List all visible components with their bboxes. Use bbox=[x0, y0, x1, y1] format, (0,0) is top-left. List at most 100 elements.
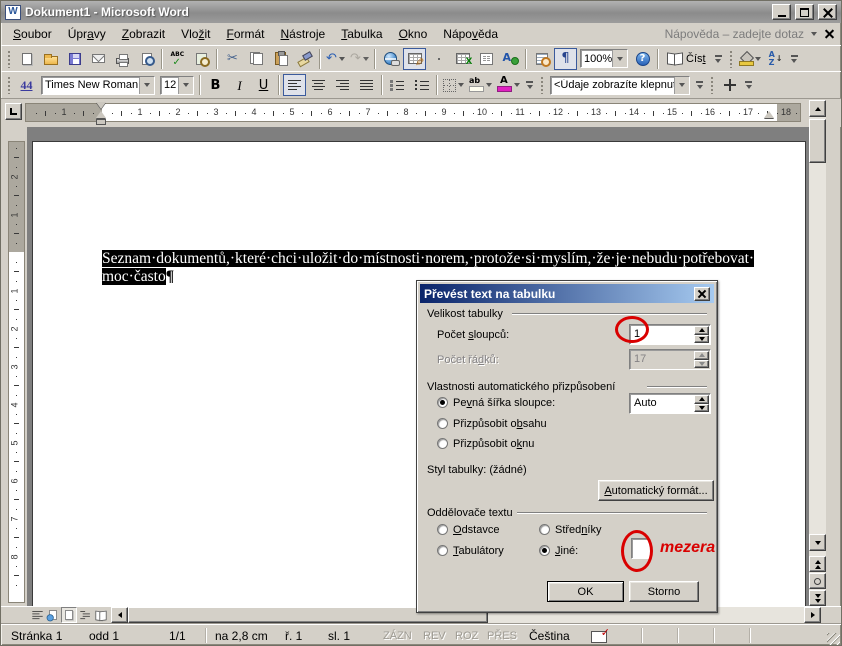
radio-fixed-column-width[interactable]: Pevná šířka sloupce: bbox=[437, 397, 555, 413]
zoom-combo[interactable]: 100% bbox=[580, 49, 628, 68]
previous-page-button[interactable] bbox=[809, 556, 826, 572]
scroll-down-button[interactable] bbox=[809, 534, 826, 551]
dropdown-arrow-icon[interactable] bbox=[178, 76, 193, 94]
insert-table-icon[interactable] bbox=[427, 48, 450, 70]
tables-and-borders-icon[interactable] bbox=[403, 47, 426, 70]
dropdown-arrow-icon[interactable] bbox=[514, 83, 520, 87]
read-button[interactable]: Číst bbox=[662, 48, 711, 70]
new-document-icon[interactable] bbox=[15, 48, 38, 70]
autoformat-button[interactable]: Automatický formát... bbox=[598, 480, 714, 501]
status-language[interactable]: Čeština bbox=[529, 629, 570, 643]
fixed-width-value[interactable]: Auto bbox=[634, 397, 657, 409]
insert-hyperlink-icon[interactable] bbox=[379, 48, 402, 70]
radio-autofit-contents[interactable]: Přizpůsobit obsahu bbox=[437, 418, 547, 434]
dropdown-arrow-icon[interactable] bbox=[458, 83, 464, 87]
status-indicator-přes[interactable]: PŘES bbox=[487, 630, 517, 642]
justify-icon[interactable] bbox=[355, 74, 378, 96]
research-icon[interactable] bbox=[190, 48, 213, 70]
font-name-combo[interactable]: Times New Roman bbox=[41, 75, 155, 95]
dialog-title-bar[interactable]: Převést text na tabulku bbox=[420, 284, 714, 303]
close-document-button[interactable] bbox=[823, 28, 837, 41]
left-indent-marker[interactable] bbox=[96, 119, 106, 125]
menu-item-vlozit[interactable]: Vložit bbox=[173, 24, 218, 44]
minimize-button[interactable] bbox=[772, 4, 791, 20]
status-indicator-zázn[interactable]: ZÁZN bbox=[383, 630, 412, 642]
print-preview-icon[interactable] bbox=[135, 48, 158, 70]
status-indicator-rev[interactable]: REV bbox=[423, 630, 446, 642]
vertical-ruler[interactable]: 2112345678 bbox=[8, 141, 25, 603]
dropdown-arrow-icon[interactable] bbox=[612, 50, 627, 67]
resize-grip[interactable] bbox=[827, 633, 840, 645]
radio-tabs[interactable]: Tabulátory bbox=[437, 545, 504, 561]
font-size-combo[interactable]: 12 bbox=[160, 75, 194, 95]
select-browse-object-button[interactable] bbox=[809, 573, 826, 589]
right-indent-marker[interactable] bbox=[764, 111, 774, 118]
normal-view-button[interactable] bbox=[29, 607, 45, 623]
dropdown-arrow-icon[interactable] bbox=[139, 76, 154, 94]
print-layout-view-button[interactable] bbox=[61, 607, 77, 623]
ok-button[interactable]: OK bbox=[547, 581, 624, 602]
radio-autofit-window[interactable]: Přizpůsobit oknu bbox=[437, 438, 534, 454]
border-icon[interactable] bbox=[441, 74, 466, 96]
copy-icon[interactable] bbox=[245, 48, 268, 70]
radio-paragraphs[interactable]: Odstavce bbox=[437, 524, 499, 540]
toolbar-options-button[interactable] bbox=[523, 74, 536, 96]
toolbar-grip[interactable] bbox=[7, 76, 11, 94]
scroll-up-button[interactable] bbox=[809, 100, 826, 117]
outline-view-button[interactable] bbox=[77, 607, 93, 623]
bullets-icon[interactable] bbox=[410, 74, 433, 96]
scroll-left-button[interactable] bbox=[111, 607, 128, 623]
align-right-icon[interactable] bbox=[331, 74, 354, 96]
cancel-button[interactable]: Storno bbox=[629, 581, 699, 602]
web-layout-view-button[interactable] bbox=[45, 607, 61, 623]
toolbar-options-button[interactable] bbox=[788, 48, 801, 70]
mail-merge-recipient-combo[interactable]: <Údaje zobrazíte klepnutím bbox=[550, 75, 690, 95]
vertical-scrollbar[interactable] bbox=[809, 100, 826, 606]
dropdown-arrow-icon[interactable] bbox=[674, 76, 689, 94]
toolbar-options-button[interactable] bbox=[742, 74, 755, 96]
help-question-box[interactable]: Nápověda – zadejte dotaz bbox=[665, 27, 823, 41]
fixed-width-spinner[interactable]: Auto bbox=[629, 393, 711, 414]
document-map-icon[interactable] bbox=[530, 48, 553, 70]
toolbar-grip[interactable] bbox=[540, 76, 544, 94]
toolbar-grip[interactable] bbox=[7, 49, 11, 68]
menu-item-nastroje[interactable]: Nástroje bbox=[273, 24, 334, 44]
italic-icon[interactable]: I bbox=[228, 74, 251, 96]
redo-icon[interactable]: ↷ bbox=[348, 48, 371, 70]
dialog-close-button[interactable] bbox=[694, 286, 710, 301]
hanging-indent-marker[interactable] bbox=[96, 111, 106, 118]
menu-item-soubor[interactable]: Soubor bbox=[5, 24, 60, 44]
paste-icon[interactable] bbox=[269, 48, 292, 70]
toolbar-grip[interactable] bbox=[728, 49, 733, 68]
maximize-button[interactable] bbox=[795, 4, 814, 20]
format-painter-icon[interactable] bbox=[293, 48, 316, 70]
fill-color-icon[interactable] bbox=[737, 48, 763, 70]
cut-icon[interactable]: ✂ bbox=[221, 48, 244, 70]
underline-icon[interactable]: U bbox=[252, 74, 275, 96]
spin-up-button[interactable] bbox=[694, 395, 709, 404]
menu-item-tabulka[interactable]: Tabulka bbox=[333, 24, 390, 44]
align-center-icon[interactable] bbox=[307, 74, 330, 96]
next-page-button[interactable] bbox=[809, 590, 826, 606]
close-button[interactable] bbox=[818, 4, 837, 20]
vertical-scrollbar-thumb[interactable] bbox=[809, 119, 826, 163]
menu-item-format[interactable]: Formát bbox=[218, 24, 272, 44]
undo-icon[interactable]: ↶ bbox=[324, 48, 347, 70]
save-icon[interactable] bbox=[63, 48, 86, 70]
align-left-icon[interactable] bbox=[283, 74, 306, 96]
spelling-status-icon[interactable] bbox=[591, 627, 610, 645]
radio-semicolons[interactable]: Středníky bbox=[539, 524, 601, 540]
spin-down-button[interactable] bbox=[694, 403, 709, 412]
radio-other[interactable]: Jiné: bbox=[539, 545, 578, 561]
first-line-indent-marker[interactable] bbox=[96, 102, 106, 109]
bold-icon[interactable]: B bbox=[204, 74, 227, 96]
spelling-icon[interactable] bbox=[166, 48, 189, 70]
spin-down-button[interactable] bbox=[694, 334, 709, 343]
reading-layout-button[interactable] bbox=[93, 607, 109, 623]
show-paragraph-icon[interactable]: ¶ bbox=[554, 47, 577, 70]
help-icon[interactable] bbox=[631, 48, 654, 70]
tab-selector-icon[interactable] bbox=[5, 103, 22, 120]
dropdown-arrow-icon[interactable] bbox=[486, 83, 492, 87]
insert-excel-icon[interactable] bbox=[451, 48, 474, 70]
menu-item-upravy[interactable]: Úpravy bbox=[60, 24, 114, 44]
